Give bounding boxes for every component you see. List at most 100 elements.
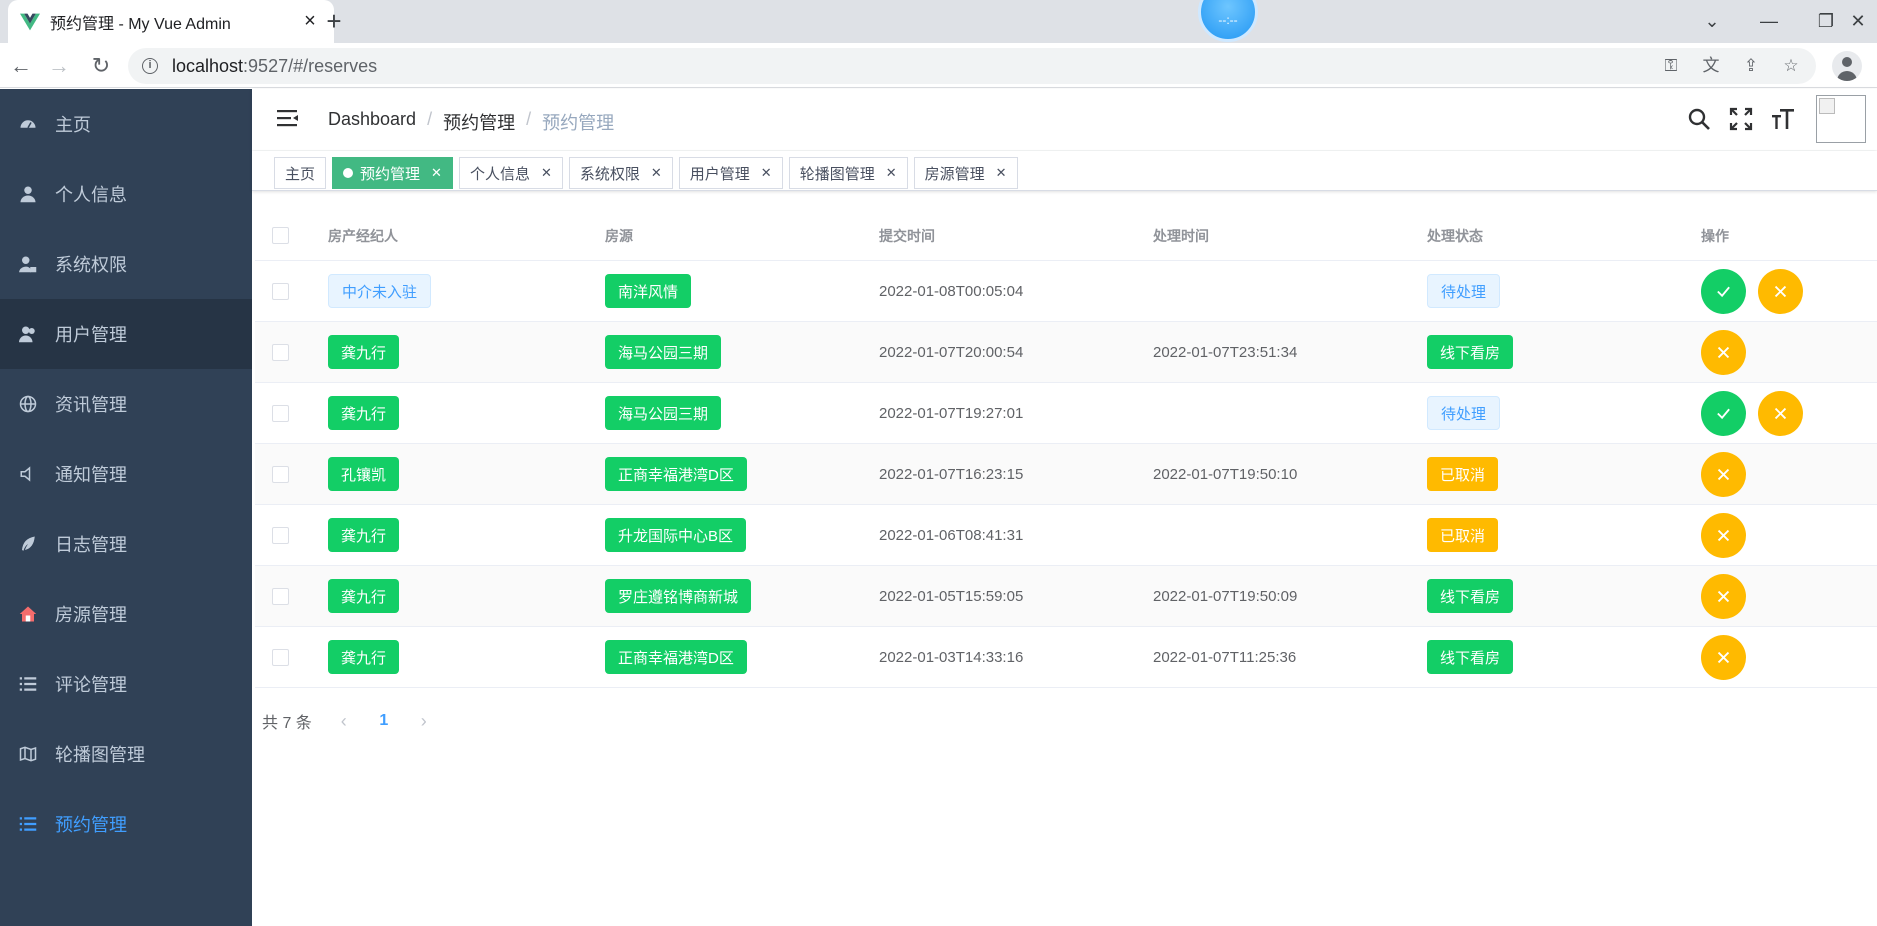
confirm-button[interactable] bbox=[1701, 390, 1746, 436]
tag-close-icon[interactable]: ✕ bbox=[996, 165, 1007, 181]
cancel-button[interactable] bbox=[1701, 451, 1746, 497]
user-avatar[interactable] bbox=[1816, 95, 1866, 143]
reload-icon[interactable]: ↻ bbox=[86, 51, 116, 81]
sidebar-item-4[interactable]: 资讯管理 bbox=[0, 369, 252, 439]
tag-close-icon[interactable]: ✕ bbox=[761, 165, 772, 181]
tab-search-chevron-icon[interactable]: ⌄ bbox=[1692, 6, 1732, 36]
browser-tab[interactable]: 预约管理 - My Vue Admin × bbox=[8, 0, 334, 43]
submit-time: 2022-01-06T08:41:31 bbox=[879, 526, 1024, 544]
status-badge: 线下看房 bbox=[1427, 640, 1514, 674]
tag-label: 轮播图管理 bbox=[799, 165, 875, 183]
cancel-button[interactable] bbox=[1701, 329, 1746, 375]
search-icon[interactable] bbox=[1678, 95, 1720, 143]
tag-close-icon[interactable]: ✕ bbox=[541, 165, 552, 181]
new-tab-icon[interactable]: + bbox=[318, 6, 350, 38]
speaker-icon bbox=[18, 464, 38, 484]
row-actions bbox=[1701, 322, 1758, 382]
row-checkbox[interactable] bbox=[272, 526, 289, 544]
profile-avatar-icon[interactable] bbox=[1832, 51, 1862, 81]
sidebar-item-6[interactable]: 日志管理 bbox=[0, 509, 252, 579]
submit-time: 2022-01-08T00:05:04 bbox=[879, 282, 1024, 300]
breadcrumb-dashboard[interactable]: Dashboard bbox=[328, 109, 416, 135]
tag-close-icon[interactable]: ✕ bbox=[431, 165, 442, 181]
status-badge: 待处理 bbox=[1427, 274, 1501, 308]
cancel-button[interactable] bbox=[1701, 512, 1746, 558]
tag-3[interactable]: 系统权限 ✕ bbox=[568, 157, 673, 189]
table-row: 孔镶凯 正商幸福港湾D区 2022-01-07T16:23:15 2022-01… bbox=[255, 444, 1877, 505]
sidebar-item-1[interactable]: 个人信息 bbox=[0, 159, 252, 229]
share-icon[interactable]: ⇪ bbox=[1740, 54, 1762, 78]
sidebar-item-0[interactable]: 主页 bbox=[0, 89, 252, 159]
row-actions bbox=[1701, 383, 1815, 443]
breadcrumb-reserves-parent[interactable]: 预约管理 bbox=[443, 109, 515, 135]
close-icon bbox=[1715, 527, 1732, 544]
sidebar-item-label: 评论管理 bbox=[55, 675, 127, 695]
sidebar-item-7[interactable]: 房源管理 bbox=[0, 579, 252, 649]
sidebar-item-3[interactable]: 用户管理 bbox=[0, 299, 252, 369]
tag-4[interactable]: 用户管理 ✕ bbox=[678, 157, 783, 189]
tag-close-icon[interactable]: ✕ bbox=[651, 165, 662, 181]
tag-2[interactable]: 个人信息 ✕ bbox=[458, 157, 563, 189]
sidebar-item-10[interactable]: 预约管理 bbox=[0, 789, 252, 859]
tag-1[interactable]: 预约管理 ✕ bbox=[332, 157, 453, 189]
row-checkbox[interactable] bbox=[272, 648, 289, 666]
table-row: 龚九行 正商幸福港湾D区 2022-01-03T14:33:16 2022-01… bbox=[255, 627, 1877, 688]
row-checkbox[interactable] bbox=[272, 465, 289, 483]
row-checkbox[interactable] bbox=[272, 587, 289, 605]
cancel-button[interactable] bbox=[1701, 573, 1746, 619]
sidebar-item-2[interactable]: 系统权限 bbox=[0, 229, 252, 299]
submit-time: 2022-01-07T20:00:54 bbox=[879, 343, 1024, 361]
translate-icon[interactable]: 文 bbox=[1700, 54, 1722, 78]
tag-label: 房源管理 bbox=[924, 165, 985, 183]
site-info-icon[interactable]: i bbox=[142, 58, 158, 74]
close-window-icon[interactable]: ✕ bbox=[1840, 6, 1876, 36]
sidebar-item-5[interactable]: 通知管理 bbox=[0, 439, 252, 509]
url-text: localhost:9527/#/reserves bbox=[172, 55, 378, 76]
active-dot-icon bbox=[343, 168, 354, 178]
dashboard-icon bbox=[18, 114, 38, 134]
agent-badge: 中介未入驻 bbox=[328, 274, 432, 308]
forward-arrow-icon[interactable]: → bbox=[44, 51, 74, 81]
fullscreen-icon[interactable] bbox=[1720, 95, 1762, 143]
hamburger-icon[interactable] bbox=[276, 107, 300, 131]
header-status: 处理状态 bbox=[1427, 227, 1483, 244]
font-size-icon[interactable] bbox=[1762, 95, 1804, 143]
tag-label: 用户管理 bbox=[689, 165, 750, 183]
user-icon bbox=[18, 184, 38, 204]
sidebar-item-8[interactable]: 评论管理 bbox=[0, 649, 252, 719]
list-icon bbox=[18, 814, 38, 834]
bookmark-star-icon[interactable]: ☆ bbox=[1780, 54, 1802, 78]
row-checkbox[interactable] bbox=[272, 343, 289, 361]
user-lock-icon bbox=[18, 254, 38, 274]
sidebar-item-9[interactable]: 轮播图管理 bbox=[0, 719, 252, 789]
status-badge: 已取消 bbox=[1427, 457, 1499, 491]
minimize-icon[interactable]: — bbox=[1749, 6, 1789, 36]
users-icon bbox=[18, 324, 38, 344]
prev-page-icon[interactable]: ‹ bbox=[324, 711, 364, 732]
agent-badge: 龚九行 bbox=[328, 640, 400, 674]
next-page-icon[interactable]: › bbox=[404, 711, 444, 732]
handle-time: 2022-01-07T19:50:10 bbox=[1153, 465, 1298, 483]
row-checkbox[interactable] bbox=[272, 404, 289, 422]
check-icon bbox=[1715, 405, 1732, 422]
cancel-button[interactable] bbox=[1758, 390, 1803, 436]
tag-close-icon[interactable]: ✕ bbox=[886, 165, 897, 181]
page-number[interactable]: 1 bbox=[364, 712, 404, 730]
select-all-checkbox[interactable] bbox=[272, 227, 289, 244]
back-arrow-icon[interactable]: ← bbox=[6, 51, 36, 81]
tag-0[interactable]: 主页 bbox=[274, 157, 327, 189]
table-row: 龚九行 升龙国际中心B区 2022-01-06T08:41:31 已取消 bbox=[255, 505, 1877, 566]
recorder-widget[interactable]: --:-- bbox=[1198, 0, 1258, 42]
key-icon[interactable]: ⚿ bbox=[1660, 54, 1682, 78]
confirm-button[interactable] bbox=[1701, 268, 1746, 314]
agent-badge: 龚九行 bbox=[328, 335, 400, 369]
sidebar-item-label: 日志管理 bbox=[55, 535, 127, 555]
cancel-button[interactable] bbox=[1758, 268, 1803, 314]
address-bar[interactable]: i localhost:9527/#/reserves ⚿ 文 ⇪ ☆ bbox=[128, 48, 1816, 84]
tag-6[interactable]: 房源管理 ✕ bbox=[913, 157, 1018, 189]
row-checkbox[interactable] bbox=[272, 282, 289, 300]
cancel-button[interactable] bbox=[1701, 634, 1746, 680]
tag-5[interactable]: 轮播图管理 ✕ bbox=[788, 157, 908, 189]
row-actions bbox=[1701, 444, 1758, 504]
house-badge: 升龙国际中心B区 bbox=[605, 518, 747, 552]
